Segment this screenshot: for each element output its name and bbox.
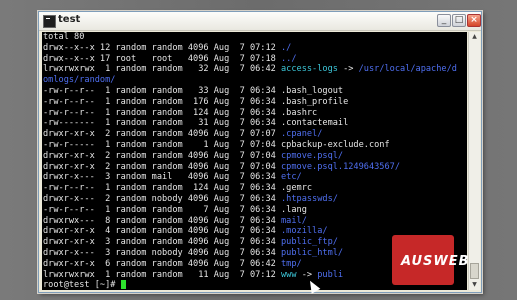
terminal-line: drwx--x--x 17 root root 4096 Aug 7 07:18… [42, 54, 467, 65]
terminal-line: total 80 [42, 32, 467, 43]
title-bar[interactable]: test _ □ × [39, 12, 481, 31]
terminal-text-segment: /usr/local/apache/d [358, 64, 457, 75]
terminal-text-segment: drwx--x--x 12 random random 4096 Aug 7 0… [43, 42, 281, 53]
terminal-text-segment: lrwxrwxrwx 1 random random 32 Aug 7 06:4… [43, 64, 281, 75]
terminal-text-segment: -rw-r--r-- 1 random random 7 Aug 7 06:34… [43, 204, 307, 215]
terminal-text-segment: drwxr-x--- 3 random nobody 4096 Aug 7 06… [43, 247, 281, 258]
terminal-text-segment: tmp/ [281, 258, 302, 269]
terminal-text-segment: etc/ [281, 172, 302, 183]
terminal-line: -rw-r----- 1 random random 1 Aug 7 07:04… [42, 140, 467, 151]
terminal-line: -rw-r--r-- 1 random random 7 Aug 7 06:34… [42, 205, 467, 216]
terminal-app-icon [43, 15, 56, 28]
terminal-line: -rw-r--r-- 1 random random 124 Aug 7 06:… [42, 108, 467, 119]
terminal-text-segment: lrwxrwxrwx 1 random random 11 Aug 7 07:1… [43, 269, 281, 280]
terminal-text-segment: drwxr-xr-x 2 random random 4096 Aug 7 07… [43, 150, 281, 161]
terminal-text-segment: -rw-r--r-- 1 random random 124 Aug 7 06:… [43, 183, 313, 194]
scroll-up-arrow-icon[interactable]: ▲ [469, 32, 480, 42]
terminal-line: drwxrwx--- 8 random random 4096 Aug 7 06… [42, 216, 467, 227]
terminal-text-segment: .htpasswds/ [281, 193, 338, 204]
terminal-text-segment: drwxrwx--- 8 random random 4096 Aug 7 06… [43, 215, 281, 226]
terminal-text-segment: ./ [281, 42, 292, 53]
terminal-text-segment: drwxr-xr-x 6 random random 4096 Aug 7 06… [43, 258, 281, 269]
terminal-text-segment: www [281, 269, 297, 280]
terminal-line: -rw-r--r-- 1 random random 124 Aug 7 06:… [42, 183, 467, 194]
terminal-text-segment: access-logs [281, 64, 338, 75]
terminal-text-segment: -> [337, 64, 359, 75]
close-button[interactable]: × [467, 14, 481, 27]
vertical-scrollbar[interactable]: ▲ ▼ [468, 32, 480, 290]
terminal-line: -rw-r--r-- 1 random random 176 Aug 7 06:… [42, 97, 467, 108]
window-title: test [58, 14, 81, 25]
terminal-line: -rw-r--r-- 1 random random 33 Aug 7 06:3… [42, 86, 467, 97]
terminal-text-segment: drwxr-x--- 3 random mail 4096 Aug 7 06:3… [43, 172, 281, 183]
terminal-text-segment: drwxr-x--- 2 random nobody 4096 Aug 7 06… [43, 193, 281, 204]
terminal-text-segment: drwxr-xr-x 2 random random 4096 Aug 7 07… [43, 161, 281, 172]
terminal-line: drwx--x--x 12 random random 4096 Aug 7 0… [42, 43, 467, 54]
terminal-cursor [120, 280, 126, 290]
terminal-text-segment: publi [317, 269, 344, 280]
terminal-text-segment: drwxr-xr-x 2 random random 4096 Aug 7 07… [43, 129, 281, 140]
terminal-text-segment: -rw-r--r-- 1 random random 33 Aug 7 06:3… [43, 85, 344, 96]
terminal-line: -rw------- 1 random random 31 Aug 7 06:3… [42, 118, 467, 129]
terminal-line: drwxr-xr-x 2 random random 4096 Aug 7 07… [42, 162, 467, 173]
terminal-text-segment: drwxr-xr-x 3 random random 4096 Aug 7 06… [43, 237, 281, 248]
terminal-text-segment: root@test [~]# [43, 280, 121, 290]
terminal-text-segment: ../ [281, 53, 297, 64]
terminal-line: drwxr-x--- 2 random nobody 4096 Aug 7 06… [42, 194, 467, 205]
terminal-text-segment: mail/ [281, 215, 307, 226]
terminal-line: lrwxrwxrwx 1 random random 32 Aug 7 06:4… [42, 64, 467, 75]
scroll-down-arrow-icon[interactable]: ▼ [469, 280, 480, 290]
terminal-text-segment: .mozilla/ [281, 226, 328, 237]
terminal-text-segment: .cpanel/ [281, 129, 323, 140]
terminal-text-segment: cpmove.psql/ [281, 150, 344, 161]
terminal-text-segment: cpmove.psql.1249643567/ [281, 161, 400, 172]
terminal-text-segment: public_ftp/ [281, 237, 338, 248]
terminal-line: drwxr-x--- 3 random mail 4096 Aug 7 06:3… [42, 172, 467, 183]
terminal-text-segment: -rw-r--r-- 1 random random 124 Aug 7 06:… [43, 107, 318, 118]
terminal-line: omlogs/random/ [42, 75, 467, 86]
terminal-text-segment: drwxr-xr-x 4 random random 4096 Aug 7 06… [43, 226, 281, 237]
terminal-text-segment: -rw-r----- 1 random random 1 Aug 7 07:04… [43, 139, 390, 150]
terminal-text-segment: -rw------- 1 random random 31 Aug 7 06:3… [43, 118, 349, 129]
minimize-button[interactable]: _ [437, 14, 451, 27]
terminal-line: drwxr-xr-x 2 random random 4096 Aug 7 07… [42, 151, 467, 162]
terminal-text-segment: public_html/ [281, 247, 344, 258]
terminal-text-segment: -rw-r--r-- 1 random random 176 Aug 7 06:… [43, 96, 349, 107]
maximize-button[interactable]: □ [452, 14, 466, 27]
ausweb-logo-text: AUSWEB [401, 254, 470, 269]
scroll-thumb[interactable] [470, 263, 479, 279]
terminal-text-segment: drwx--x--x 17 root root 4096 Aug 7 07:18 [43, 53, 281, 64]
terminal-text-segment: total 80 [43, 32, 85, 42]
terminal-line: drwxr-xr-x 2 random random 4096 Aug 7 07… [42, 129, 467, 140]
terminal-text-segment: omlogs/random/ [43, 75, 116, 86]
